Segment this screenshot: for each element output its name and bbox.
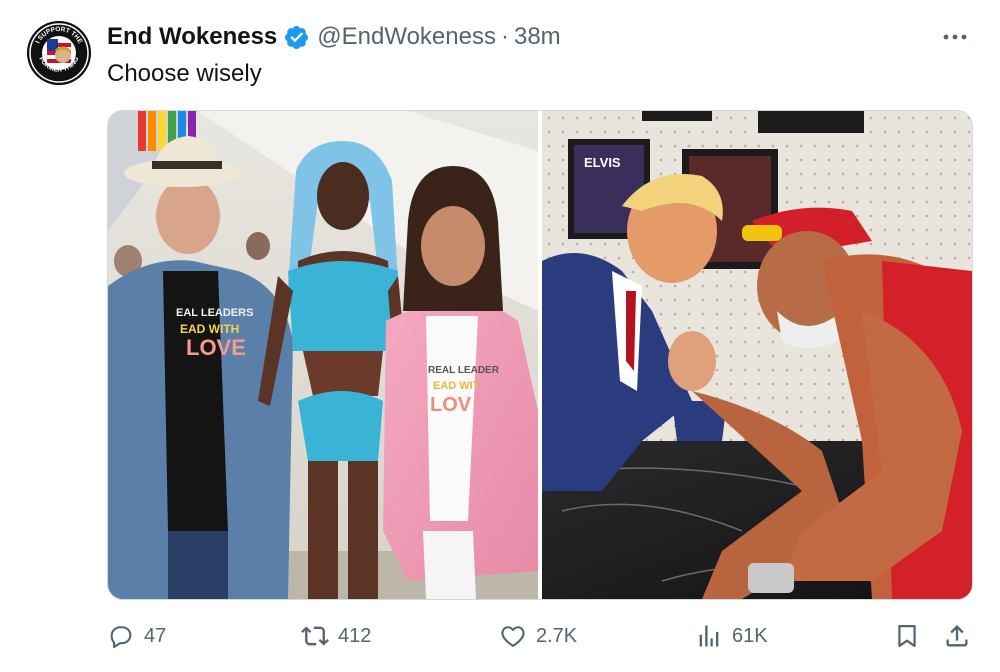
like-count: 2.7K [536,624,578,647]
heart-icon [501,626,525,647]
woman-shirt-line-2: EAD WIT [433,380,480,392]
reply-icon [110,626,132,649]
tweet-timestamp[interactable]: 38m [514,23,561,51]
repost-button[interactable]: 412 [301,620,371,652]
views-button[interactable]: 61K [695,620,768,652]
media-grid: EAL LEADERS EAD WITH LOVE REAL LEADER EA… [107,110,973,600]
poster-title: ELVIS [584,155,621,170]
header-separator: · [500,23,509,50]
reply-button[interactable]: 47 [107,620,166,652]
tweet-text: Choose wisely [107,60,262,87]
man-shirt-line-2: EAD WITH [180,322,239,336]
share-icon [946,625,968,647]
man-shirt-line-1: EAL LEADERS [176,307,253,319]
verified-badge-icon[interactable] [283,24,310,51]
tweet-action-bar: 47 412 2.7K 61K [107,620,971,652]
man-shirt-line-3: LOVE [186,335,246,360]
woman-shirt-line-1: REAL LEADER [428,365,500,376]
avatar[interactable]: I SUPPORT THE FORMER THING [27,21,91,85]
woman-shirt-line-3: LOV [430,394,472,416]
like-button[interactable]: 2.7K [499,620,577,652]
repost-icon [301,626,329,646]
more-options-button[interactable] [940,25,970,49]
bookmark-button[interactable] [893,620,921,652]
reply-count: 47 [144,624,167,647]
more-horizontal-icon [943,34,967,40]
analytics-icon [699,625,719,647]
tweet-header: End Wokeness @EndWokeness · 38m [107,22,561,52]
avatar-logo: I SUPPORT THE FORMER THING [27,21,91,85]
media-photo-right[interactable]: ELVIS [542,111,972,599]
media-photo-left[interactable]: EAL LEADERS EAD WITH LOVE REAL LEADER EA… [108,111,538,599]
repost-count: 412 [338,624,372,647]
author-display-name[interactable]: End Wokeness [107,23,277,51]
views-count: 61K [732,624,768,647]
bookmark-icon [898,624,916,648]
share-button[interactable] [943,620,971,652]
author-handle[interactable]: @EndWokeness [317,23,496,51]
